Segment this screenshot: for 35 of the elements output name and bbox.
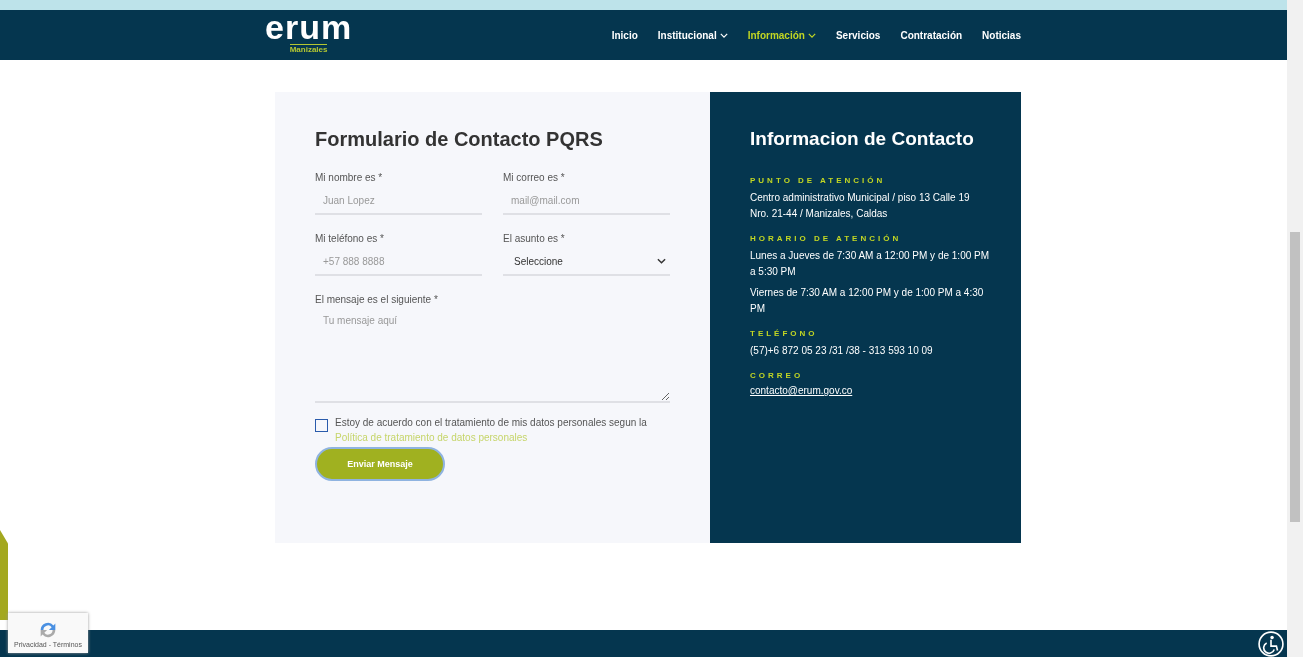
contact-text: Viernes de 7:30 AM a 12:00 PM y de 1:00 PM a 4:30 PM: [750, 286, 985, 316]
chevron-down-icon: [657, 258, 666, 264]
field-label: El asunto es *: [503, 233, 566, 244]
nav-link[interactable]: Información: [747, 29, 816, 41]
contact-text: (57)+6 872 05 23 /31 /38 - 313 593 10 09: [750, 344, 934, 358]
section-heading: PUNTO DE ATENCIÓN: [750, 176, 887, 185]
section-heading: TELÉFONO: [750, 329, 819, 338]
chevron-down-icon: [719, 32, 728, 38]
field-label: El mensaje es el siguiente *: [315, 294, 439, 305]
consent-checkbox[interactable]: [315, 419, 328, 432]
section-heading: HORARIO DE ATENCIÓN: [750, 234, 903, 243]
nav-link[interactable]: Institucional: [657, 29, 728, 41]
scrollbar[interactable]: [1287, 0, 1303, 657]
consent-text: Estoy de acuerdo con el tratamiento de mis datos personales segun la: [335, 417, 647, 428]
message-field[interactable]: Tu mensaje aquí: [315, 309, 670, 403]
input-field[interactable]: Juan Lopez: [315, 187, 482, 215]
form-title: Formulario de Contacto PQRS: [315, 128, 604, 151]
field-label: Mi correo es *: [503, 172, 566, 183]
nav-link[interactable]: Servicios: [835, 29, 881, 41]
email-link[interactable]: contacto@erum.gov.co: [750, 385, 991, 396]
logo[interactable]: erum Manizales: [265, 16, 353, 54]
chevron-down-icon: [807, 32, 816, 38]
nav-link[interactable]: Inicio: [611, 29, 638, 41]
contact-title: Informacion de Contacto: [750, 128, 975, 150]
section-heading: CORREO: [750, 371, 805, 380]
field-label: Mi teléfono es *: [315, 233, 385, 244]
nav-link[interactable]: Contratación: [900, 29, 963, 41]
nav-link[interactable]: Noticias: [982, 29, 1021, 41]
field-label: Mi nombre es *: [315, 172, 384, 183]
select-field[interactable]: Seleccione: [503, 248, 670, 276]
contact-text: Lunes a Jueves de 7:30 AM a 12:00 PM y de 1:00 PM a 5:30 PM: [750, 249, 991, 279]
accessibility-icon[interactable]: [1258, 630, 1284, 657]
input-field[interactable]: +57 888 8888: [315, 248, 482, 276]
contact-text: Centro administrativo Municipal / piso 13 Calle 19 Nro. 21-44 / Manizales, Caldas: [750, 191, 971, 221]
input-field[interactable]: mail@mail.com: [503, 187, 670, 215]
